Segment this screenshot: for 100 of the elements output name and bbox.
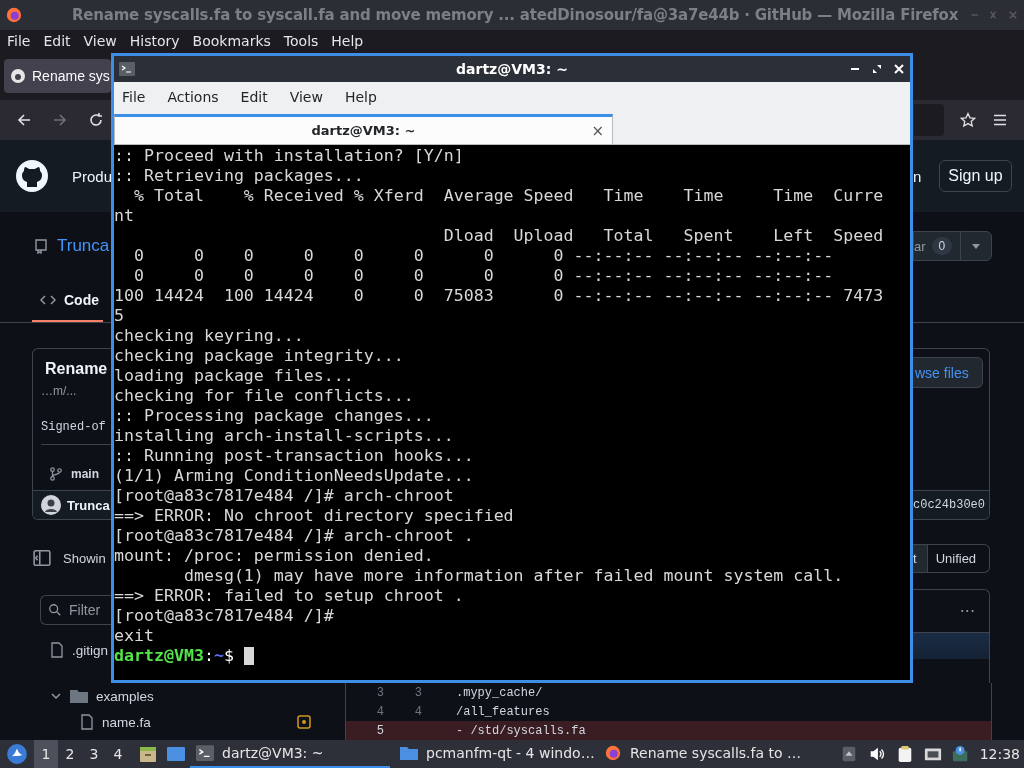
chevron-icon[interactable]: [50, 690, 62, 702]
more-options-button[interactable]: ···: [959, 601, 975, 621]
terminal-line: 5: [114, 306, 125, 326]
repo-name[interactable]: Trunca: [57, 236, 110, 256]
menu-item[interactable]: View: [83, 33, 117, 49]
menu-item[interactable]: Edit: [43, 33, 71, 49]
showing-text: Showin: [63, 550, 106, 566]
file-icon: [50, 642, 64, 658]
tab-close-button[interactable]: ×: [591, 121, 604, 140]
browser-logo-icon: [6, 5, 22, 25]
back-icon[interactable]: [16, 112, 32, 128]
caret-icon: [972, 243, 980, 249]
maximize-icon[interactable]: [872, 64, 882, 74]
terminal-line: ==> ERROR: No chroot directory specified: [114, 506, 515, 526]
dropdown-button[interactable]: [960, 231, 992, 261]
sign-up-button[interactable]: Sign up: [939, 160, 1012, 192]
terminal-line: ==> ERROR: failed to setup chroot .: [114, 586, 465, 606]
view-mode-tab[interactable]: t: [913, 545, 928, 572]
sign-in-link[interactable]: n: [913, 167, 922, 185]
terminal-line: 0 0 0 0 0 0 0 0 --:--:-- --:--:-- --:--:--: [132, 266, 835, 286]
terminal-line: mount: /proc: permission denied.: [114, 546, 435, 566]
terminal-line: :: Retrieving packages...: [114, 166, 365, 186]
search-icon: [48, 603, 62, 617]
sidebar-toggle-icon[interactable]: [33, 549, 51, 567]
window-title: dartz@VM3: ~: [456, 61, 568, 77]
terminal-line: installing arch-install-scripts...: [114, 426, 455, 446]
terminal-tab[interactable]: dartz@VM3: ~ ×: [114, 114, 613, 144]
start-menu-icon[interactable]: [6, 743, 28, 765]
clock[interactable]: 12:38: [979, 746, 1020, 762]
sign-off-line: Signed-of: [40, 419, 107, 434]
desktop-switcher[interactable]: 3: [82, 740, 106, 768]
menu-item[interactable]: View: [289, 89, 323, 105]
desktop-icon[interactable]: [166, 744, 186, 764]
menu-item[interactable]: Tools: [283, 33, 319, 49]
line-number: 5: [375, 723, 384, 738]
browser-tab[interactable]: Rename sys: [4, 59, 111, 93]
menu-item[interactable]: Edit: [240, 89, 268, 105]
terminal-line: checking keyring...: [114, 326, 305, 346]
folder-icon: [70, 689, 88, 703]
file-name[interactable]: .gitign: [72, 642, 109, 658]
menu-item[interactable]: History: [129, 33, 180, 49]
menu-item[interactable]: Actions: [167, 89, 219, 105]
nav-link[interactable]: Produ: [72, 167, 113, 185]
prompt-path: ~: [213, 646, 224, 666]
terminal-line: [root@a83c7817e484 /]# arch-chroot .: [114, 526, 475, 546]
prompt-user: dartz@VM3: [114, 646, 204, 666]
terminal-line: :: Proceed with installation? [Y/n]: [114, 146, 465, 166]
commit-title: Rename: [44, 359, 109, 378]
filter-field[interactable]: Filter: [40, 595, 111, 625]
menu-item[interactable]: Help: [331, 33, 364, 49]
line-number: 4: [413, 704, 422, 719]
reload-icon[interactable]: [88, 112, 104, 128]
terminal-line: loading package files...: [114, 366, 355, 386]
close-icon[interactable]: [894, 64, 904, 74]
file-cabinet-icon[interactable]: [138, 744, 158, 764]
desktop-switcher[interactable]: 1: [34, 740, 58, 768]
code-line: .mypy_cache/: [456, 685, 543, 700]
line-number: 3: [413, 685, 422, 700]
branch-name[interactable]: main: [71, 467, 99, 481]
text-cursor: [243, 647, 254, 665]
terminal-icon: [119, 62, 135, 76]
repo-tab[interactable]: Code: [32, 280, 103, 322]
commit-message: …m/...: [40, 383, 78, 398]
tab-title: Rename sys: [32, 68, 110, 84]
terminal-line: Dload Upload Total Spent Left Speed: [442, 226, 885, 246]
code-line: /all_features: [456, 704, 550, 719]
desktop-switcher[interactable]: 2: [58, 740, 82, 768]
taskbar-button[interactable]: pcmanfm-qt - 4 windo…: [394, 740, 594, 768]
menu-icon[interactable]: [992, 112, 1008, 128]
window-title: Rename syscalls.fa to syscall.fa and move memory ... atedDinosour/fa@3a7e44b · GitHub — Mozilla Firefox: [71, 6, 959, 24]
star-button[interactable]: ar 0: [913, 231, 960, 261]
browser-logo-icon: [604, 745, 622, 761]
terminal-line: 100 14424 100 14424 0 0 75083 0 --:--:-- --:--:-- --:--:-- 7473: [114, 286, 885, 306]
notification-icon[interactable]: [951, 745, 970, 763]
menu-item[interactable]: File: [7, 33, 31, 49]
author-name[interactable]: Trunca: [67, 497, 110, 513]
menu-item[interactable]: File: [122, 89, 146, 105]
line-number: 3: [375, 685, 384, 700]
terminal-icon: [196, 745, 214, 761]
terminal-line: exit: [114, 626, 155, 646]
folder-name[interactable]: examples: [96, 688, 154, 704]
tab-favicon-icon: [10, 68, 26, 84]
menu-item[interactable]: Bookmarks: [192, 33, 271, 49]
branch-icon: [49, 467, 63, 481]
desktop-switcher[interactable]: 4: [106, 740, 130, 768]
line-number: 4: [375, 704, 384, 719]
file-name[interactable]: name.fa: [102, 714, 151, 730]
terminal-line: :: Running post-transaction hooks...: [114, 446, 475, 466]
star-icon[interactable]: [960, 112, 976, 128]
terminal-line: (1/1) Arming ConditionNeedsUpdate...: [114, 466, 475, 486]
avatar: [41, 495, 61, 515]
terminal-line: [root@a83c7817e484 /]# arch-chroot: [114, 486, 455, 506]
forward-icon[interactable]: [52, 112, 68, 128]
terminal-line: :: Processing package changes...: [114, 406, 435, 426]
menu-item[interactable]: Help: [344, 89, 377, 105]
counter-badge: 0: [931, 237, 953, 255]
logo-icon[interactable]: [16, 160, 48, 192]
browse-files-button[interactable]: wse files: [913, 357, 983, 388]
taskbar-button[interactable]: Rename syscalls.fa to …: [598, 740, 798, 768]
taskbar-button[interactable]: dartz@VM3: ~: [190, 740, 390, 768]
